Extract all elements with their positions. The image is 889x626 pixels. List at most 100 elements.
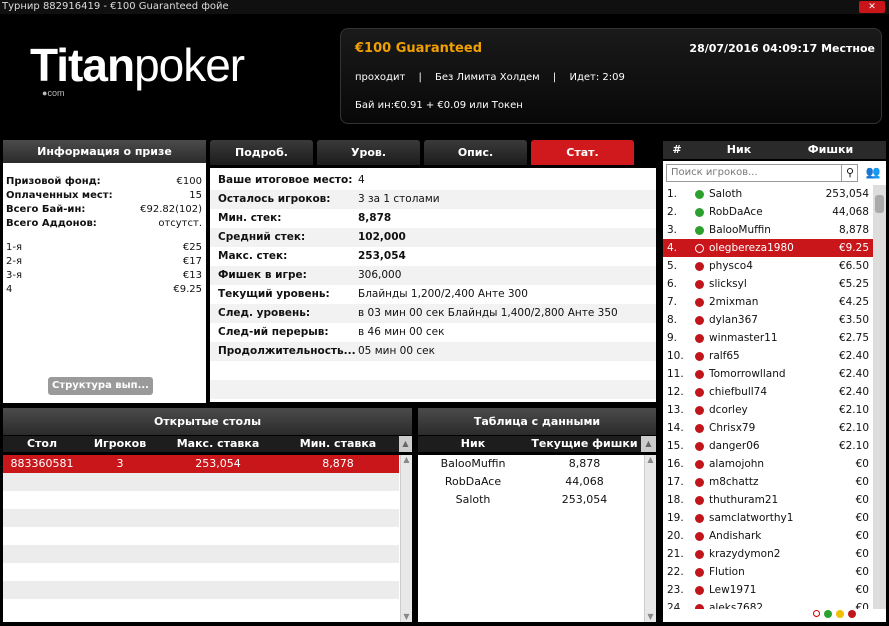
stat-row: Макс. стек: 253,054 (210, 247, 656, 266)
player-chips: €0 (855, 458, 869, 470)
stat-row: Фишек в игре: 306,000 (210, 266, 656, 285)
legend-green-icon (824, 610, 832, 618)
player-row[interactable]: 16. alamojohn €0 (663, 455, 873, 473)
players-scrollbar[interactable] (873, 185, 886, 609)
stat-row: Ваше итоговое место: 4 (210, 171, 656, 190)
col-player-nick[interactable]: Ник (691, 141, 787, 159)
player-row[interactable]: 14. Chrisx79 €2.10 (663, 419, 873, 437)
player-chips: €0 (855, 548, 869, 560)
player-rank: 2. (667, 206, 678, 218)
table-row[interactable]: 883360581 3 253,054 8,878 (3, 455, 399, 473)
table-row (3, 491, 399, 509)
place-label: 3-я (6, 270, 22, 281)
stat-value: 3 за 1 столами (358, 193, 440, 205)
window-titlebar: Турнир 882916419 - €100 Guaranteed фойе … (0, 0, 889, 14)
player-row[interactable]: 15. danger06 €2.10 (663, 437, 873, 455)
player-row[interactable]: 2. RobDaAce 44,068 (663, 203, 873, 221)
tab-stats[interactable]: Стат. (531, 140, 634, 165)
player-row[interactable]: 12. chiefbull74 €2.40 (663, 383, 873, 401)
player-row[interactable]: 10. ralf65 €2.40 (663, 347, 873, 365)
datetime: 28/07/2016 04:09:17 Местное (689, 42, 875, 55)
cell-chips: 253,054 (561, 493, 608, 506)
player-chips: 8,878 (838, 224, 869, 236)
table-row (3, 527, 399, 545)
player-status-icon (695, 208, 704, 217)
player-search-input[interactable]: Поиск игроков... (666, 164, 858, 182)
player-row[interactable]: 21. krazydymon2 €0 (663, 545, 873, 563)
tab-description[interactable]: Опис. (424, 140, 527, 165)
cell-nick: Saloth (455, 493, 491, 506)
player-row[interactable]: 20. Andishark €0 (663, 527, 873, 545)
player-nick: dcorley (709, 404, 748, 416)
prize-row: Оплаченных мест: 15 (6, 189, 202, 203)
player-row[interactable]: 8. dylan367 €3.50 (663, 311, 873, 329)
player-nick: samclatworthy1 (709, 512, 794, 524)
player-row[interactable]: 7. 2mixman €4.25 (663, 293, 873, 311)
data-table-title: Таблица с данными (418, 408, 656, 435)
window-title: Турнир 882916419 - €100 Guaranteed фойе (2, 1, 229, 12)
scrollbar[interactable]: ▲ ▼ (400, 455, 412, 622)
stat-label: След. уровень: (218, 307, 311, 319)
player-row[interactable]: 4. olegbereza1980 €9.25 (663, 239, 873, 257)
stat-value: 8,878 (358, 212, 392, 224)
col-players[interactable]: Игроков (81, 436, 159, 452)
player-row[interactable]: 5. physco4 €6.50 (663, 257, 873, 275)
player-chips: €0 (855, 494, 869, 506)
player-rank: 12. (667, 386, 684, 398)
col-nick[interactable]: Ник (418, 436, 528, 452)
player-nick: aleks7682 (709, 602, 764, 609)
scrollbar[interactable]: ▲ ▼ (644, 455, 656, 622)
col-min-bet[interactable]: Мин. ставка (277, 436, 399, 452)
prize-row: Призовой фонд: €100 (6, 175, 202, 189)
player-row[interactable]: 19. samclatworthy1 €0 (663, 509, 873, 527)
prize-place-row: 1-я €25 (6, 241, 202, 255)
player-rank: 8. (667, 314, 678, 326)
col-max-bet[interactable]: Макс. ставка (159, 436, 277, 452)
player-row[interactable]: 17. m8chattz €0 (663, 473, 873, 491)
stat-label: Макс. стек: (218, 250, 288, 262)
tab-levels[interactable]: Уров. (317, 140, 420, 165)
table-row (418, 599, 643, 617)
status-text: проходит (355, 72, 406, 83)
player-row[interactable]: 24. aleks7682 €0 (663, 599, 873, 609)
close-button[interactable]: ✕ (859, 1, 885, 13)
payout-structure-button[interactable]: Структура вып... (48, 377, 153, 395)
table-row (418, 527, 643, 545)
player-row[interactable]: 23. Lew1971 €0 (663, 581, 873, 599)
scroll-up-icon[interactable]: ▲ (399, 436, 412, 452)
player-row[interactable]: 18. thuthuram21 €0 (663, 491, 873, 509)
col-rank[interactable]: # (663, 141, 691, 159)
tab-details[interactable]: Подроб. (210, 140, 313, 165)
place-label: 4 (6, 284, 13, 295)
table-row (3, 473, 399, 491)
player-chips: €0 (855, 584, 869, 596)
player-row[interactable]: 9. winmaster11 €2.75 (663, 329, 873, 347)
player-status-icon (695, 316, 704, 325)
col-current-chips[interactable]: Текущие фишки # (528, 436, 641, 466)
player-rank: 9. (667, 332, 678, 344)
search-icon[interactable]: ⚲ (841, 164, 858, 182)
col-table[interactable]: Стол (3, 436, 81, 452)
status-legend (813, 610, 856, 618)
stat-value: 306,000 (358, 269, 402, 281)
col-player-chips[interactable]: Фишки (787, 141, 874, 159)
player-status-icon (695, 298, 704, 307)
player-chips: €2.40 (838, 350, 869, 362)
player-status-icon (695, 406, 704, 415)
player-rank: 15. (667, 440, 684, 452)
players-group-icon[interactable]: 👥 (862, 165, 884, 181)
cell-chips: 44,068 (565, 475, 604, 488)
open-tables-title: Открытые столы (3, 408, 412, 435)
titanpoker-logo: Titanpoker ●com (30, 39, 245, 98)
player-row[interactable]: 3. BalooMuffin 8,878 (663, 221, 873, 239)
prize-panel: Призовой фонд: €100 Оплаченных мест: 15 Всег… (3, 163, 206, 403)
player-row[interactable]: 13. dcorley €2.10 (663, 401, 873, 419)
stat-row: Текущий уровень: Блайнды 1,200/2,400 Анте… (210, 285, 656, 304)
player-row[interactable]: 6. slicksyl €5.25 (663, 275, 873, 293)
player-row[interactable]: 11. Tomorrowlland €2.40 (663, 365, 873, 383)
prize-label: Всего Аддонов: (6, 218, 97, 229)
player-rank: 20. (667, 530, 684, 542)
scroll-up-icon[interactable]: ▲ (641, 436, 656, 452)
player-row[interactable]: 22. Flution €0 (663, 563, 873, 581)
player-row[interactable]: 1. Saloth 253,054 (663, 185, 873, 203)
